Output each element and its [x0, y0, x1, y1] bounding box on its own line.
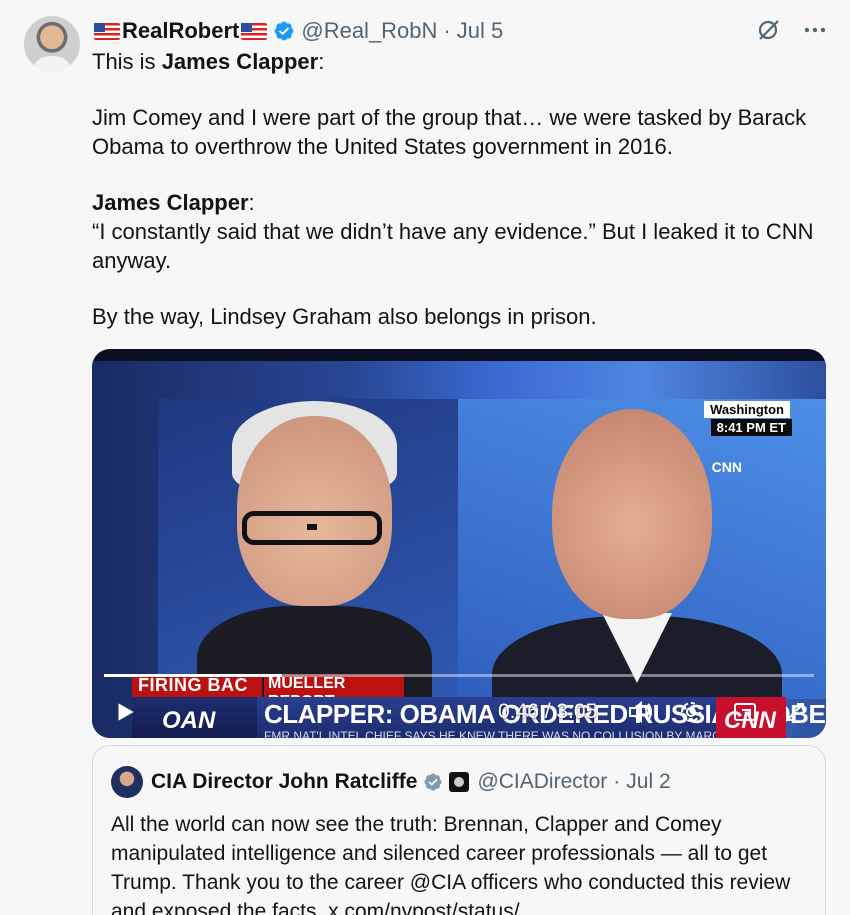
play-icon[interactable] — [112, 699, 138, 725]
video-time: 0:46 / 3:05 — [498, 700, 598, 723]
quoted-tweet-header: CIA Director John Ratcliffe @CIADirector… — [111, 766, 671, 798]
pip-icon[interactable] — [732, 700, 758, 724]
tweet-text: This is James Clapper: Jim Comey and I w… — [92, 47, 827, 331]
tweet-paragraph: By the way, Lindsey Graham also belongs … — [92, 304, 597, 329]
separator-dot: · — [613, 770, 621, 793]
grok-icon[interactable] — [756, 17, 782, 43]
author-display-name[interactable]: RealRobert — [122, 18, 239, 44]
volume-icon[interactable] — [627, 699, 655, 725]
video-frame[interactable]: Washington 8:41 PM ET CNN FIRING BAC MUE… — [92, 361, 826, 738]
tweet-paragraph: Jim Comey and I were part of the group t… — [92, 105, 807, 159]
author-avatar[interactable] — [24, 16, 80, 72]
video-player[interactable]: Washington 8:41 PM ET CNN FIRING BAC MUE… — [92, 349, 826, 738]
tweet-paragraph: This is James Clapper: — [92, 49, 325, 74]
quoted-author-handle[interactable]: @CIADirector — [477, 770, 607, 794]
separator-dot: · — [443, 18, 451, 43]
fullscreen-icon[interactable] — [784, 701, 806, 723]
video-location-label: Washington — [704, 401, 790, 418]
quoted-tweet[interactable]: CIA Director John Ratcliffe @CIADirector… — [92, 745, 826, 915]
government-affiliation-icon — [449, 772, 470, 792]
us-flag-icon — [94, 22, 120, 40]
verified-badge-icon — [274, 21, 294, 41]
tweet-paragraph: James Clapper: — [92, 190, 255, 215]
settings-icon[interactable] — [678, 699, 704, 725]
video-clock-label: 8:41 PM ET — [710, 419, 792, 436]
us-flag-icon — [241, 22, 268, 40]
tweet-paragraph: “I constantly said that we didn’t have a… — [92, 219, 814, 273]
tweet-header: RealRobert @Real_RobN · Jul 5 — [92, 17, 826, 45]
network-bug: CNN — [711, 459, 742, 475]
quoted-author-avatar[interactable] — [111, 766, 143, 798]
quoted-tweet-date[interactable]: Jul 2 — [626, 770, 670, 794]
video-controls: 0:46 / 3:05 — [92, 692, 826, 732]
quoted-author-name[interactable]: CIA Director John Ratcliffe — [151, 770, 417, 794]
author-handle[interactable]: @Real_RobN — [301, 18, 437, 44]
video-progress-bar[interactable] — [104, 674, 814, 677]
more-icon[interactable] — [804, 27, 826, 33]
quoted-tweet-text: All the world can now see the truth: Bre… — [111, 813, 791, 915]
gov-verified-badge-icon — [424, 773, 442, 791]
video-progress-fill — [104, 674, 282, 677]
tweet-date[interactable]: Jul 5 — [457, 18, 503, 44]
